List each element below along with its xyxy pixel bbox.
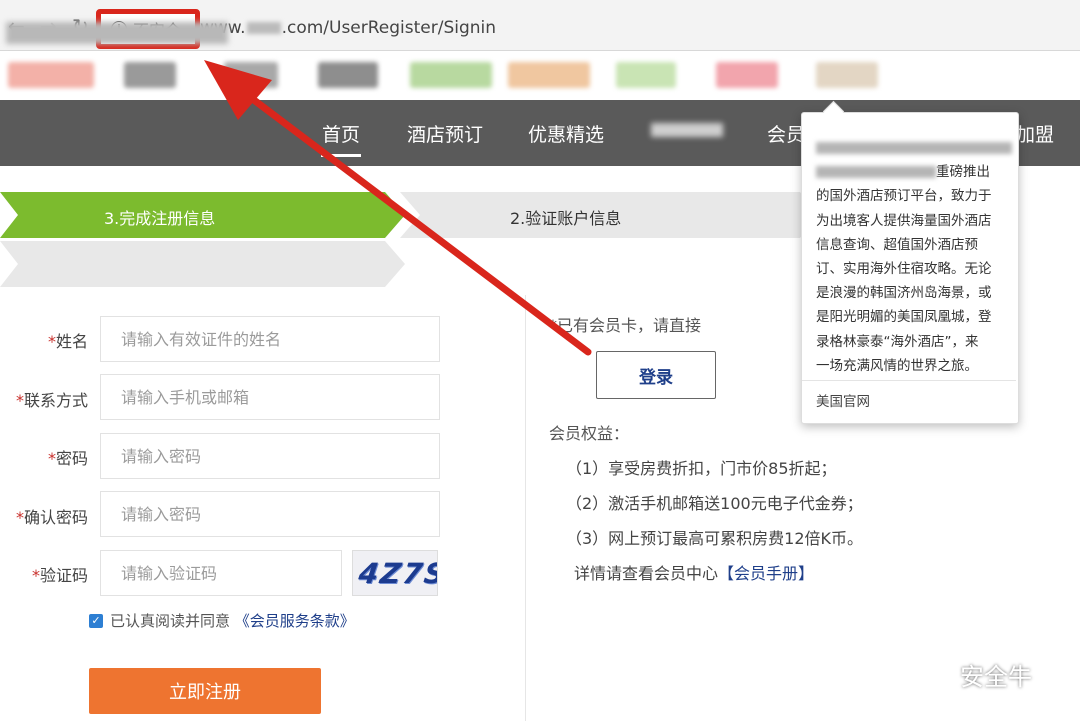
benefits-title: 会员权益：	[549, 424, 630, 443]
brand-logo[interactable]	[8, 62, 94, 88]
tooltip-line: 重磅推出	[816, 160, 1012, 184]
name-input[interactable]	[100, 316, 440, 362]
has-card-text: *已有会员卡，请直接	[549, 316, 702, 335]
terms-link[interactable]: 《会员服务条款》	[235, 612, 355, 630]
tooltip-redacted-line	[816, 136, 1012, 160]
brand-logo[interactable]	[816, 62, 878, 88]
captcha-image[interactable]: 4Z7S	[352, 550, 438, 596]
tooltip-line: 一场充满风情的世界之旅。	[816, 357, 978, 374]
nav-item-home[interactable]: 首页	[322, 120, 360, 147]
address-bar[interactable]: www..com/UserRegister/Signin	[200, 18, 496, 38]
nav-item-join[interactable]: 加盟	[1016, 120, 1054, 147]
confirm-password-input[interactable]	[100, 491, 440, 537]
watermark-text: 安全牛	[960, 663, 1032, 691]
agree-prefix: 已认真阅读并同意	[110, 612, 231, 630]
confirm-password-label: *确认密码	[15, 508, 88, 527]
tooltip-line: 为出境客人提供海量国外酒店	[816, 212, 992, 229]
brand-logo-strip	[0, 54, 1080, 98]
tooltip-line: 订、实用海外住宿攻略。无论	[816, 261, 992, 278]
benefit-item: （2）激活手机邮箱送100元电子代金券；	[566, 494, 863, 513]
register-button[interactable]: 立即注册	[89, 668, 321, 714]
tooltip-line: 信息查询、超值国外酒店预	[816, 236, 978, 253]
step-current-label: 3.完成注册信息	[104, 209, 216, 228]
tooltip-text: 重磅推出 的国外酒店预订平台，致力于 为出境客人提供海量国外酒店 信息查询、超值…	[816, 136, 1012, 378]
password-label: *密码	[47, 449, 88, 468]
login-button[interactable]: 登录	[596, 351, 716, 399]
password-input[interactable]	[100, 433, 440, 479]
step-next-label: 2.验证账户信息	[510, 209, 622, 228]
brand-logo[interactable]	[124, 62, 176, 88]
agree-checkbox[interactable]: ✓	[89, 614, 103, 628]
contact-label: *联系方式	[15, 391, 88, 410]
column-divider	[525, 295, 526, 721]
nav-item-member[interactable]: 会员	[767, 120, 805, 147]
brand-logo[interactable]	[224, 62, 278, 88]
member-manual: 详情请查看会员中心【会员手册】	[574, 560, 814, 584]
benefit-item: （3）网上预订最高可累积房费12倍K币。	[566, 529, 864, 548]
tooltip-line: 录格林豪泰“海外酒店”，来	[816, 333, 979, 350]
benefit-item: （1）享受房费折扣，门市价85折起；	[566, 459, 837, 478]
tooltip-divider	[802, 380, 1016, 381]
brand-logo[interactable]	[716, 62, 778, 88]
watermark: 安全牛	[918, 657, 1032, 692]
active-nav-underline	[321, 154, 361, 157]
agree-text: 已认真阅读并同意 《会员服务条款》	[110, 610, 355, 631]
tooltip-line: 的国外酒店预订平台，致力于	[816, 188, 992, 205]
name-label: *姓名	[47, 332, 88, 351]
wechat-icon	[919, 661, 951, 686]
us-site-link[interactable]: 美国官网	[816, 390, 870, 410]
contact-input[interactable]	[100, 374, 440, 420]
manual-prefix: 详情请查看会员中心	[574, 564, 719, 583]
step-placeholder	[0, 241, 405, 287]
url-suffix: .com/UserRegister/Signin	[281, 18, 497, 38]
tooltip-line: 是浪漫的韩国济州岛海景，或	[816, 285, 992, 302]
nav-item-hotel-booking[interactable]: 酒店预订	[407, 120, 483, 147]
captcha-text: 4Z7S	[356, 557, 438, 590]
captcha-label: *验证码	[31, 566, 88, 585]
captcha-input[interactable]	[100, 550, 342, 596]
nav-item-redacted[interactable]	[651, 123, 723, 137]
site-brand[interactable]	[6, 22, 228, 44]
redacted-domain	[246, 22, 281, 34]
tooltip-line: 是阳光明媚的美国凤凰城，登	[816, 309, 992, 326]
member-manual-link[interactable]: 【会员手册】	[718, 564, 814, 583]
brand-logo[interactable]	[410, 62, 492, 88]
brand-logo[interactable]	[508, 62, 590, 88]
brand-logo[interactable]	[318, 62, 378, 88]
brand-logo[interactable]	[616, 62, 676, 88]
nav-item-deals[interactable]: 优惠精选	[528, 120, 604, 147]
